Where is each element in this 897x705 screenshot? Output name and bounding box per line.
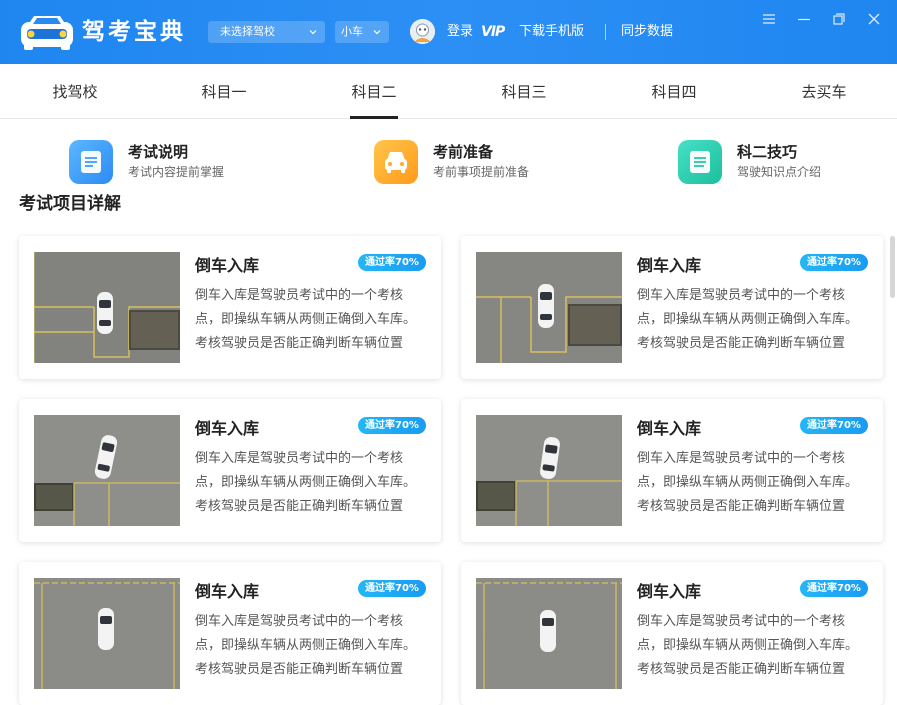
pass-rate-badge: 通过率70% (358, 417, 426, 434)
menu-icon[interactable] (761, 11, 777, 27)
exam-item-thumbnail (476, 252, 622, 363)
tab-subject-one[interactable]: 科目一 (184, 64, 264, 119)
title-bar: 驾考宝典 未选择驾校 小车 登录 VIP 下载手机版 同步数据 (0, 0, 897, 64)
exam-item-thumbnail (34, 252, 180, 363)
tab-subject-three[interactable]: 科目三 (484, 64, 564, 119)
exam-item-card[interactable]: 倒车入库 通过率70% 倒车入库是驾驶员考试中的一个考核点，即操纵车辆从两侧正确… (461, 236, 883, 379)
exam-item-card[interactable]: 倒车入库 通过率70% 倒车入库是驾驶员考试中的一个考核点，即操纵车辆从两侧正确… (19, 399, 441, 542)
login-link[interactable]: 登录 (447, 22, 473, 42)
exam-item-thumbnail (34, 415, 180, 526)
quick-link-title: 科二技巧 (737, 143, 798, 161)
exam-item-description: 倒车入库是驾驶员考试中的一个考核点，即操纵车辆从两侧正确倒入车库。考核驾驶员是否… (637, 451, 859, 514)
quick-link-subtitle: 考前事项提前准备 (433, 165, 530, 179)
scrollbar-thumb[interactable] (890, 236, 895, 298)
download-mobile-link[interactable]: 下载手机版 (519, 22, 584, 42)
avatar[interactable] (410, 19, 435, 44)
car-type-value: 小车 (341, 25, 363, 38)
quick-link-title: 考试说明 (128, 143, 189, 161)
minimize-icon[interactable] (796, 11, 812, 27)
quick-link-subtitle: 驾驶知识点介绍 (737, 165, 822, 179)
document-icon (69, 140, 113, 184)
close-icon[interactable] (866, 11, 882, 27)
exam-item-title: 倒车入库 (195, 582, 260, 601)
pass-rate-badge: 通过率70% (800, 417, 868, 434)
car-front-icon (374, 140, 418, 184)
exam-item-description: 倒车入库是驾驶员考试中的一个考核点，即操纵车辆从两侧正确倒入车库。考核驾驶员是否… (637, 614, 859, 677)
exam-item-description: 倒车入库是驾驶员考试中的一个考核点，即操纵车辆从两侧正确倒入车库。考核驾驶员是否… (637, 288, 859, 351)
tab-find-school[interactable]: 找驾校 (35, 64, 115, 119)
car-type-select[interactable]: 小车 (335, 21, 389, 43)
pass-rate-badge: 通过率70% (358, 580, 426, 597)
pass-rate-badge: 通过率70% (800, 254, 868, 271)
tab-subject-four[interactable]: 科目四 (634, 64, 714, 119)
exam-item-description: 倒车入库是驾驶员考试中的一个考核点，即操纵车辆从两侧正确倒入车库。考核驾驶员是否… (195, 288, 417, 351)
quick-link-subtitle: 考试内容提前掌握 (128, 165, 225, 179)
tab-buy-car[interactable]: 去买车 (784, 64, 864, 119)
pass-rate-badge: 通过率70% (800, 580, 868, 597)
exam-item-title: 倒车入库 (637, 582, 702, 601)
sync-data-link[interactable]: 同步数据 (621, 22, 673, 42)
exam-item-title: 倒车入库 (637, 419, 702, 438)
exam-item-description: 倒车入库是驾驶员考试中的一个考核点，即操纵车辆从两侧正确倒入车库。考核驾驶员是否… (195, 614, 417, 677)
exam-item-card[interactable]: 倒车入库 通过率70% 倒车入库是驾驶员考试中的一个考核点，即操纵车辆从两侧正确… (19, 562, 441, 705)
notes-icon (678, 140, 722, 184)
exam-item-card[interactable]: 倒车入库 通过率70% 倒车入库是驾驶员考试中的一个考核点，即操纵车辆从两侧正确… (461, 399, 883, 542)
school-select-value: 未选择驾校 (220, 25, 275, 38)
maximize-icon[interactable] (831, 11, 847, 27)
car-logo-icon (21, 16, 73, 50)
chevron-down-icon (373, 30, 381, 35)
exam-item-thumbnail (476, 578, 622, 689)
app-name: 驾考宝典 (82, 19, 186, 45)
chevron-down-icon (309, 30, 317, 35)
exam-item-card[interactable]: 倒车入库 通过率70% 倒车入库是驾驶员考试中的一个考核点，即操纵车辆从两侧正确… (19, 236, 441, 379)
exam-item-description: 倒车入库是驾驶员考试中的一个考核点，即操纵车辆从两侧正确倒入车库。考核驾驶员是否… (195, 451, 417, 514)
quick-link-title: 考前准备 (433, 143, 494, 161)
exam-item-title: 倒车入库 (637, 256, 702, 275)
avatar-icon (410, 19, 435, 44)
exam-item-card[interactable]: 倒车入库 通过率70% 倒车入库是驾驶员考试中的一个考核点，即操纵车辆从两侧正确… (461, 562, 883, 705)
divider (605, 24, 606, 40)
subject-tabs: 找驾校 科目一 科目二 科目三 科目四 去买车 (0, 64, 897, 119)
pass-rate-badge: 通过率70% (358, 254, 426, 271)
vip-icon[interactable]: VIP (481, 23, 505, 41)
exam-item-thumbnail (34, 578, 180, 689)
exam-item-title: 倒车入库 (195, 419, 260, 438)
exam-item-thumbnail (476, 415, 622, 526)
exam-item-title: 倒车入库 (195, 256, 260, 275)
school-select[interactable]: 未选择驾校 (208, 21, 325, 43)
section-title: 考试项目详解 (19, 194, 121, 214)
tab-subject-two[interactable]: 科目二 (334, 64, 414, 119)
